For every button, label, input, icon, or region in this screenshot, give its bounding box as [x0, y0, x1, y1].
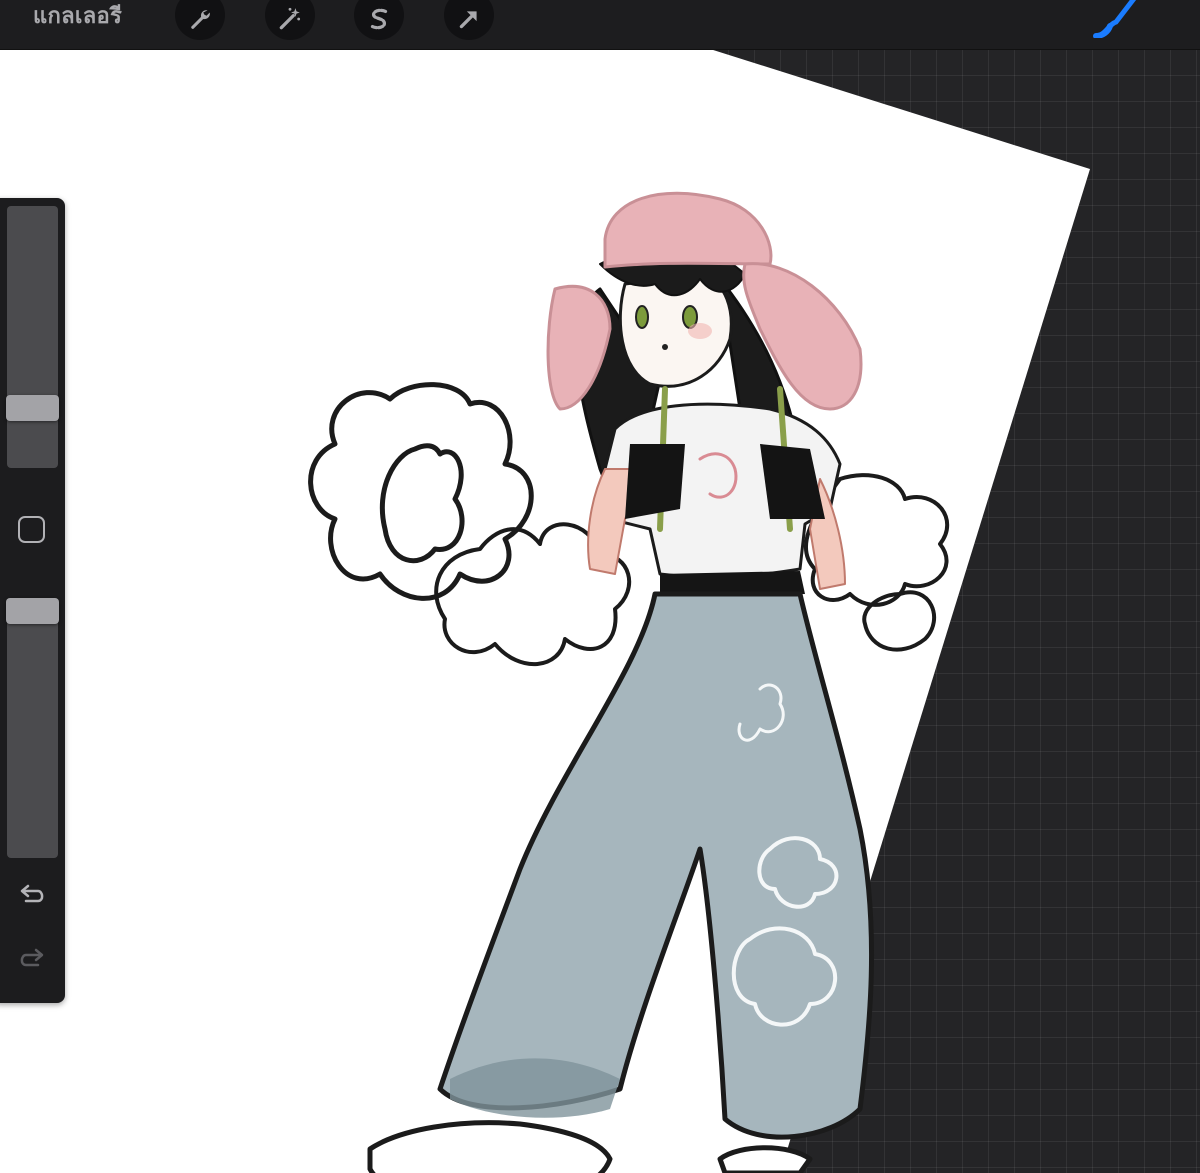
canvas[interactable] [0, 49, 1200, 1173]
brush-icon[interactable] [1088, 0, 1148, 38]
top-toolbar: แกลเลอรี [0, 0, 1200, 50]
workspace-grid[interactable] [0, 49, 1200, 1173]
shoe-right [717, 1145, 813, 1173]
opacity-thumb[interactable] [6, 598, 59, 624]
gallery-button[interactable]: แกลเลอรี [33, 0, 122, 34]
selection-s-icon [370, 8, 388, 30]
magic-wand-icon [279, 7, 301, 30]
redo-icon[interactable] [16, 945, 48, 975]
adjustments-button[interactable] [265, 0, 315, 40]
opacity-slider[interactable] [7, 598, 58, 858]
modify-button[interactable] [18, 516, 45, 543]
arrow-cursor-icon [459, 11, 477, 29]
selection-button[interactable] [354, 0, 404, 40]
transform-button[interactable] [444, 0, 494, 40]
brush-size-thumb[interactable] [6, 395, 59, 421]
actions-button[interactable] [175, 0, 225, 40]
brush-size-slider[interactable] [7, 206, 58, 468]
left-sidebar [0, 198, 65, 1003]
wrench-icon [191, 10, 210, 29]
undo-icon[interactable] [16, 881, 48, 911]
glove-left [625, 444, 685, 519]
